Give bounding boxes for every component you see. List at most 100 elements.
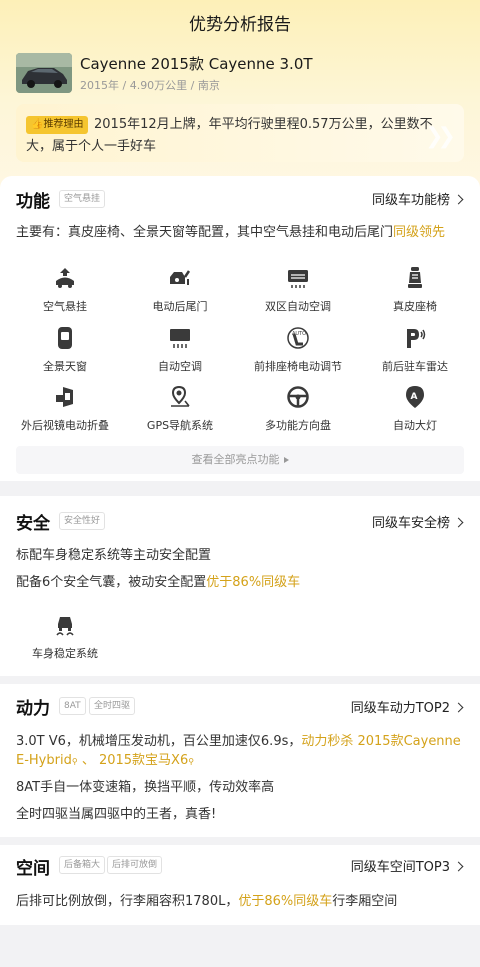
power-line-4: 全时四驱当属四驱中的王者，真香! [16,807,217,822]
recommendation-text: 2015年12月上牌，年平均行驶里程0.57万公里，公里数不大，属于个人一手好车 [26,117,433,154]
view-all-features-label: 查看全部亮点功能 [191,453,280,466]
function-rank-link[interactable]: 同级车功能榜 [371,189,464,208]
feature-label: GPS导航系统 [146,419,214,432]
feature-item[interactable]: GPS导航系统 [130,385,230,433]
feature-item[interactable]: A 自动大灯 [365,385,465,433]
function-rank-label: 同级车功能榜 [371,193,450,208]
recommendation-box: 2015年12月上牌，年平均行驶里程0.57万公里，公里数不大，属于个人一手好车… [16,104,464,162]
search-icon: ⚲ [188,757,195,766]
report-header: 优势分析报告 Cayenne 2015款 Cayenne 3.0T 2015年 … [0,0,480,190]
auto-ac-icon [168,326,192,350]
compare-link[interactable]: 2015款宝马X6 [99,753,188,768]
function-card: 功能 空气悬挂 同级车功能榜 主要有：真皮座椅、全景天窗等配置，其中空气悬挂和电… [0,176,480,481]
svg-text:AUTO: AUTO [292,331,306,337]
function-title: 功能 [16,192,50,212]
panoramic-sunroof-icon [53,326,77,350]
feature-item[interactable]: 电动后尾门 [130,266,230,314]
feature-item[interactable]: 外后视镜电动折叠 [15,385,115,433]
view-all-features-button[interactable]: 查看全部亮点功能 [16,446,464,474]
power-rank-link[interactable]: 同级车动力TOP2 [350,697,464,716]
feature-item[interactable]: 真皮座椅 [365,266,465,314]
triangle-right-icon [283,457,289,463]
thumbs-up-icon: 👍 [31,119,44,130]
feature-item[interactable]: 多功能方向盘 [248,385,348,433]
feature-label: 电动后尾门 [152,300,208,313]
space-card: 空间 后备箱大 后排可放倒 同级车空间TOP3 后排可比例放倒，行李厢容积178… [0,845,480,925]
feature-item[interactable]: 双区自动空调 [248,266,348,314]
chevron-right-icon [453,702,464,713]
power-card: 动力 8AT 全时四驱 同级车动力TOP2 3.0T V6，机械增压发动机，百公… [0,684,480,837]
chevron-right-icon [453,194,464,205]
feature-label: 车身稳定系统 [32,647,98,660]
feature-label: 双区自动空调 [265,300,331,313]
feature-item[interactable]: 空气悬挂 [15,266,115,314]
recommendation-tag-label: 推荐理由 [43,119,84,130]
safety-line-2-highlight: 优于86%同级车 [206,575,301,590]
safety-card: 安全 安全性好 同级车安全榜 标配车身稳定系统等主动安全配置 配备6个安全气囊，… [0,496,480,676]
feature-item[interactable]: 全景天窗 [15,326,115,374]
mirror-fold-icon [53,385,77,409]
feature-label: 前后驻车雷达 [382,360,448,373]
safety-tag: 安全性好 [59,512,106,530]
feature-item[interactable]: 车身稳定系统 [15,613,115,661]
steering-wheel-icon [286,385,310,409]
air-suspension-icon [53,266,77,290]
feature-label: 自动空调 [158,360,202,373]
car-meta: 2015年 / 4.90万公里 / 南京 [80,79,220,92]
space-title: 空间 [16,859,50,879]
compare-link[interactable]: E-Hybrid [16,753,72,768]
gps-navigation-icon [168,385,192,409]
page-title: 优势分析报告 [189,15,291,35]
recommendation-tag: 👍推荐理由 [26,116,89,134]
power-rank-label: 同级车动力TOP2 [350,701,450,716]
safety-title: 安全 [16,514,50,534]
safety-line-2-text: 配备6个安全气囊，被动安全配置 [16,575,207,590]
svg-text:A: A [411,392,418,402]
stability-control-icon [53,613,77,637]
feature-item[interactable]: 自动空调 [130,326,230,374]
function-desc-text: 主要有：真皮座椅、全景天窗等配置，其中空气悬挂和电动后尾门 [16,225,394,240]
car-thumbnail[interactable] [16,53,72,93]
chevron-right-icon [453,861,464,872]
chevron-right-icon [453,517,464,528]
feature-label: 全景天窗 [43,360,87,373]
feature-label: 自动大灯 [393,419,437,432]
space-rank-link[interactable]: 同级车空间TOP3 [350,856,464,875]
power-line-1-highlight: 动力秒杀 2015款Cayenne [301,734,461,749]
auto-headlight-icon: A [403,385,427,409]
feature-label: 多功能方向盘 [265,419,331,432]
feature-label: 真皮座椅 [393,300,437,313]
power-line-3: 8AT手自一体变速箱，换挡平顺，传动效率高 [16,780,275,795]
power-line-2-sep: 、 [77,753,99,768]
feature-label: 前排座椅电动调节 [254,360,342,373]
double-chevron-icon: ❯❯ [425,124,456,149]
dual-zone-ac-icon [286,266,310,290]
power-tailgate-icon [168,266,192,290]
space-tag: 后备箱大 [59,856,106,874]
power-line-2: E-Hybrid⚲ 、 2015款宝马X6⚲ [16,749,194,768]
safety-line-2: 配备6个安全气囊，被动安全配置优于86%同级车 [16,571,300,590]
space-rank-label: 同级车空间TOP3 [350,860,450,875]
feature-label: 外后视镜电动折叠 [21,419,109,432]
feature-item[interactable]: AUTO 前排座椅电动调节 [248,326,348,374]
space-line: 后排可比例放倒，行李厢容积1780L，优于86%同级车行李厢空间 [16,890,397,909]
space-line-highlight: 优于86%同级车 [238,894,333,909]
safety-line-1: 标配车身稳定系统等主动安全配置 [16,548,212,563]
safety-rank-label: 同级车安全榜 [371,516,450,531]
power-seat-adjust-icon: AUTO [286,326,310,350]
safety-rank-link[interactable]: 同级车安全榜 [371,512,464,531]
space-tag: 后排可放倒 [107,856,163,874]
car-name: Cayenne 2015款 Cayenne 3.0T [80,55,313,73]
feature-item[interactable]: 前后驻车雷达 [365,326,465,374]
power-tag: 8AT [59,697,86,715]
feature-label: 空气悬挂 [43,300,87,313]
power-line-1: 3.0T V6，机械增压发动机，百公里加速仅6.9s，动力秒杀 2015款Cay… [16,730,461,749]
power-line-1-text: 3.0T V6，机械增压发动机，百公里加速仅6.9s， [16,734,302,749]
space-line-suffix: 行李厢空间 [332,894,398,909]
function-tag: 空气悬挂 [59,190,106,208]
function-description: 主要有：真皮座椅、全景天窗等配置，其中空气悬挂和电动后尾门同级领先 [16,221,445,240]
function-desc-highlight: 同级领先 [393,225,446,240]
space-line-text: 后排可比例放倒，行李厢容积1780L， [16,894,239,909]
power-tag: 全时四驱 [89,697,136,715]
power-title: 动力 [16,699,50,719]
